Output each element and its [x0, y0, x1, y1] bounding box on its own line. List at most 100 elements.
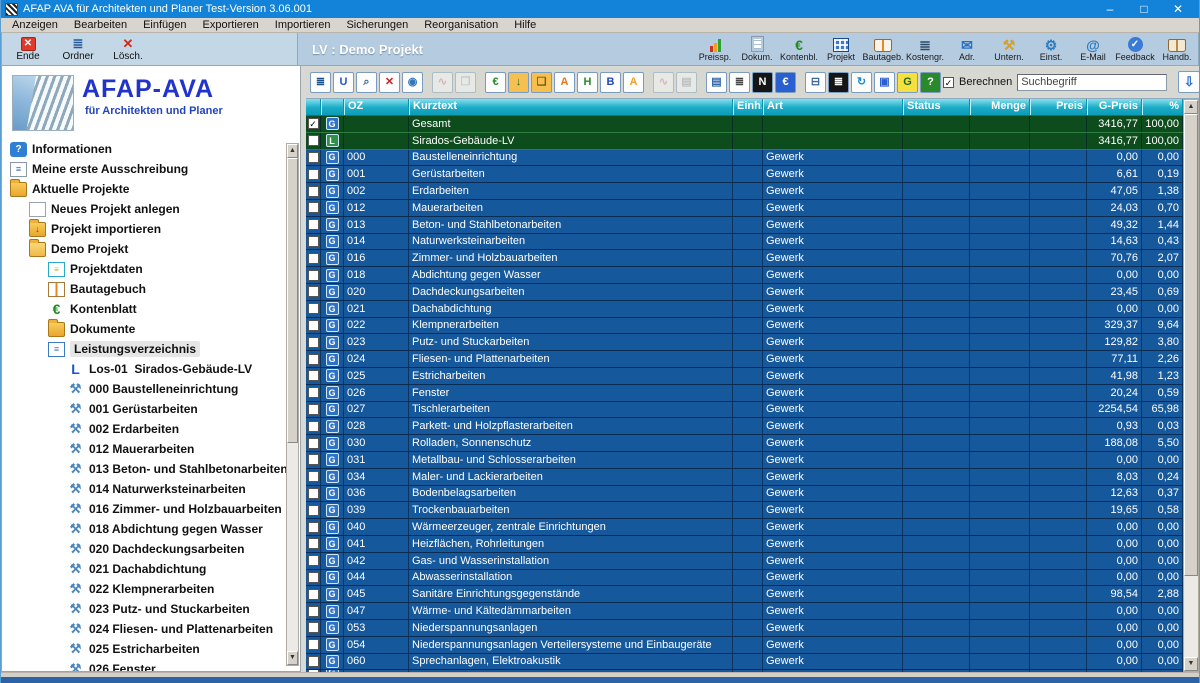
notes-icon[interactable]: ≣ — [729, 71, 750, 93]
menu-bearbeiten[interactable]: Bearbeiten — [66, 18, 135, 33]
table-row[interactable]: G 000 Baustelleneinrichtung Gewerk 0,00 0,00 — [306, 149, 1183, 167]
tree-item-meine-erste-ausschreibung[interactable]: ≡ Meine erste Ausschreibung — [6, 159, 286, 179]
row-select-cell[interactable] — [306, 283, 321, 300]
table-row[interactable]: G 022 Klempnerarbeiten Gewerk 329,37 9,64 — [306, 317, 1183, 335]
tree-item-001-ger-starbeiten[interactable]: ⚒ 001 Gerüstarbeiten — [6, 399, 286, 419]
search-input[interactable] — [1017, 73, 1168, 91]
menu-sicherungen[interactable]: Sicherungen — [338, 18, 416, 33]
tree-item-demo-projekt[interactable]: Demo Projekt — [6, 238, 286, 259]
table-row[interactable]: G 026 Fenster Gewerk 20,24 0,59 — [306, 384, 1183, 402]
folder-import-icon[interactable]: ↓ — [508, 71, 529, 93]
column-header-einh[interactable]: Einh. — [733, 99, 763, 115]
table-row[interactable]: G 036 Bodenbelagsarbeiten Gewerk 12,63 0,37 — [306, 485, 1183, 503]
letter-a-icon[interactable]: A — [554, 71, 575, 93]
row-checkbox[interactable] — [307, 336, 319, 348]
column-header-gpreis[interactable]: G-Preis — [1087, 99, 1142, 115]
letter-h-icon[interactable]: H — [577, 71, 598, 93]
row-select-cell[interactable] — [306, 552, 321, 569]
tree-item-021-dachabdichtung[interactable]: ⚒ 021 Dachabdichtung — [6, 559, 286, 579]
letter-u-icon[interactable]: U — [333, 71, 354, 93]
camera-icon[interactable]: ◉ — [402, 71, 423, 93]
table-row[interactable]: G 047 Wärme- und Kältedämmarbeiten Gewerk 0,… — [306, 603, 1183, 620]
letter-n-icon[interactable]: N — [752, 71, 773, 93]
search-icon[interactable]: ⌕ — [356, 71, 377, 93]
tree-item-dokumente[interactable]: Dokumente — [6, 318, 286, 339]
list-icon[interactable]: ≣ — [828, 71, 849, 93]
table-row[interactable]: G 021 Dachabdichtung Gewerk 0,00 0,00 — [306, 300, 1183, 318]
table-row[interactable]: G 054 Niederspannungsanlagen Verteilersyst… — [306, 636, 1183, 654]
row-checkbox[interactable] — [307, 420, 319, 432]
row-select-cell[interactable] — [306, 384, 321, 401]
row-checkbox[interactable] — [307, 571, 319, 583]
table-row[interactable]: L Sirados-Gebäude-LV 3416,77 100,00 — [306, 132, 1183, 150]
row-select-cell[interactable] — [306, 603, 321, 619]
scroll-down-icon[interactable]: ▼ — [287, 651, 298, 665]
tree-item-kontenblatt[interactable]: € Kontenblatt — [6, 299, 286, 319]
table-row[interactable]: G 027 Tischlerarbeiten Gewerk 2254,54 65,98 — [306, 401, 1183, 419]
tree-item-014-naturwerksteinarbeiten[interactable]: ⚒ 014 Naturwerksteinarbeiten — [6, 479, 286, 499]
table-row[interactable]: G 028 Parkett- und Holzpflasterarbeiten Gew… — [306, 418, 1183, 436]
table-row[interactable]: G 030 Rolladen, Sonnenschutz Gewerk 188,08 5,… — [306, 435, 1183, 452]
scroll-up-icon[interactable]: ▲ — [1184, 100, 1198, 114]
toolbar-preissp-button[interactable]: Preissp. — [694, 35, 736, 63]
minimize-button[interactable]: – — [1093, 0, 1127, 18]
row-checkbox[interactable] — [307, 487, 319, 499]
row-checkbox[interactable] — [307, 504, 319, 516]
row-select-cell[interactable] — [306, 435, 321, 451]
scrollbar-thumb[interactable] — [1184, 114, 1198, 576]
row-select-cell[interactable] — [306, 519, 321, 535]
copy-folder-icon[interactable]: ❏ — [531, 71, 552, 93]
column-header-oz[interactable]: OZ — [344, 99, 409, 115]
row-checkbox[interactable] — [307, 353, 319, 365]
tree-item-projekt-importieren[interactable]: ↓ Projekt importieren — [6, 218, 286, 239]
table-row[interactable]: G 040 Wärmeerzeuger, zentrale Einrichtunge… — [306, 519, 1183, 536]
menu-exportieren[interactable]: Exportieren — [195, 18, 267, 33]
row-select-cell[interactable] — [306, 300, 321, 317]
tree-item-022-klempnerarbeiten[interactable]: ⚒ 022 Klempnerarbeiten — [6, 579, 286, 599]
tree-item-los-01-sirados-geb-ude-lv[interactable]: L Los-01 Sirados-Gebäude-LV — [6, 359, 286, 379]
row-select-cell[interactable] — [306, 334, 321, 351]
row-checkbox[interactable] — [307, 521, 319, 533]
column-header-pct[interactable]: % — [1142, 99, 1183, 115]
tree-item-informationen[interactable]: ? Informationen — [6, 139, 286, 159]
row-checkbox[interactable] — [307, 219, 319, 231]
scrollbar-thumb[interactable] — [287, 158, 298, 443]
row-select-cell[interactable] — [306, 250, 321, 267]
tree-item-aktuelle-projekte[interactable]: Aktuelle Projekte — [6, 178, 286, 199]
toolbar-adr-button[interactable]: ✉ Adr. — [946, 35, 988, 63]
table-row[interactable]: G 045 Sanitäre Einrichtungsgegenstände Gewe… — [306, 586, 1183, 604]
row-checkbox[interactable] — [307, 471, 319, 483]
tree-item-018-abdichtung-gegen-wasser[interactable]: ⚒ 018 Abdichtung gegen Wasser — [6, 519, 286, 539]
hierarchy-icon[interactable]: ≣ — [310, 71, 331, 93]
sidebar-scrollbar[interactable]: ▲ ▼ — [286, 143, 299, 666]
row-checkbox[interactable] — [307, 639, 319, 651]
row-checkbox[interactable] — [307, 303, 319, 315]
row-checkbox[interactable] — [307, 622, 319, 634]
table-row[interactable]: G 053 Niederspannungsanlagen Gewerk 0,00 0,00 — [306, 619, 1183, 637]
table-row[interactable]: G 023 Putz- und Stuckarbeiten Gewerk 129,82 3… — [306, 334, 1183, 352]
row-select-cell[interactable] — [306, 401, 321, 418]
menu-hilfe[interactable]: Hilfe — [506, 18, 544, 33]
table-row[interactable]: G 031 Metallbau- und Schlosserarbeiten Gewe… — [306, 451, 1183, 469]
column-header-kurztext[interactable]: Kurztext — [409, 99, 733, 115]
row-select-cell[interactable] — [306, 132, 321, 149]
table-row[interactable]: G 024 Fliesen- und Plattenarbeiten Gewerk 77… — [306, 351, 1183, 368]
table-row[interactable]: G 060 Sprechanlagen, Elektroakustik Gewerk 0… — [306, 653, 1183, 671]
row-select-cell[interactable] — [306, 317, 321, 334]
maximize-button[interactable]: □ — [1127, 0, 1161, 18]
row-checkbox[interactable] — [307, 555, 319, 567]
row-checkbox[interactable] — [307, 655, 319, 667]
column-header-preis[interactable]: Preis — [1030, 99, 1087, 115]
column-header-menge[interactable]: Menge — [970, 99, 1030, 115]
euro-icon[interactable]: € — [485, 71, 506, 93]
row-checkbox[interactable] — [307, 387, 319, 399]
table-row[interactable]: G 001 Gerüstarbeiten Gewerk 6,61 0,19 — [306, 166, 1183, 184]
row-checkbox[interactable] — [307, 151, 319, 163]
menu-anzeigen[interactable]: Anzeigen — [4, 18, 66, 33]
row-checkbox[interactable] — [307, 605, 319, 617]
row-select-cell[interactable]: ✓ — [306, 116, 321, 132]
toolbar-kontenbl-button[interactable]: € Kontenbl. — [778, 35, 820, 63]
tree-item-000-baustelleneinrichtung[interactable]: ⚒ 000 Baustelleneinrichtung — [6, 379, 286, 399]
row-checkbox[interactable] — [307, 454, 319, 466]
row-select-cell[interactable] — [306, 367, 321, 384]
